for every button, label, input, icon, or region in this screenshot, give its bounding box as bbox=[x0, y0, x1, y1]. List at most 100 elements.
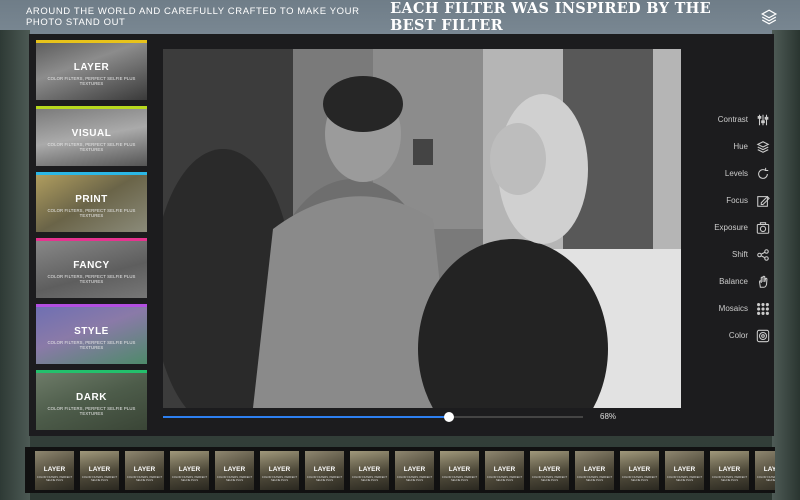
filter-name: STYLE bbox=[74, 326, 109, 337]
sliders-icon bbox=[757, 114, 769, 125]
thumbnail-row: LAYER COLOR FILTERS, PERFECT SELFIE PLUS L… bbox=[25, 447, 775, 490]
filter-thumbnail[interactable]: LAYER COLOR FILTERS, PERFECT SELFIE PLUS bbox=[620, 451, 659, 490]
tool-hue[interactable]: Hue bbox=[690, 133, 770, 160]
filter-color-stripe bbox=[36, 370, 147, 373]
filter-color-stripe bbox=[36, 106, 147, 109]
filter-thumbnail[interactable]: LAYER COLOR FILTERS, PERFECT SELFIE PLUS bbox=[170, 451, 209, 490]
thumbnail-subtitle: COLOR FILTERS, PERFECT SELFIE PLUS bbox=[486, 476, 523, 482]
tool-balance[interactable]: Balance bbox=[690, 268, 770, 295]
thumbnail-subtitle: COLOR FILTERS, PERFECT SELFIE PLUS bbox=[81, 476, 118, 482]
photo-canvas[interactable] bbox=[163, 49, 681, 408]
thumbnail-name: LAYER bbox=[223, 466, 246, 473]
filter-thumbnail[interactable]: LAYER COLOR FILTERS, PERFECT SELFIE PLUS bbox=[305, 451, 344, 490]
filter-name: FANCY bbox=[73, 260, 110, 271]
thumbnail-name: LAYER bbox=[583, 466, 606, 473]
top-bar: AROUND THE WORLD AND CAREFULLY CRAFTED T… bbox=[0, 0, 800, 34]
thumbnail-name: LAYER bbox=[43, 466, 66, 473]
tool-label: Balance bbox=[719, 277, 748, 286]
tool-focus[interactable]: Focus bbox=[690, 187, 770, 214]
filter-color-stripe bbox=[36, 172, 147, 175]
filter-name: LAYER bbox=[73, 62, 110, 73]
thumbnail-subtitle: COLOR FILTERS, PERFECT SELFIE PLUS bbox=[216, 476, 253, 482]
filter-tile-print[interactable]: PRINT COLOR FILTERS, PERFECT SELFIE PLUS … bbox=[36, 172, 147, 232]
filter-color-stripe bbox=[36, 238, 147, 241]
thumbnail-name: LAYER bbox=[763, 466, 775, 473]
thumbnail-subtitle: COLOR FILTERS, PERFECT SELFIE PLUS bbox=[576, 476, 613, 482]
thumbnail-subtitle: COLOR FILTERS, PERFECT SELFIE PLUS bbox=[531, 476, 568, 482]
slider-handle[interactable] bbox=[443, 412, 454, 422]
filter-tile-dark[interactable]: DARK COLOR FILTERS, PERFECT SELFIE PLUS T… bbox=[36, 370, 147, 430]
filter-thumbnail[interactable]: LAYER COLOR FILTERS, PERFECT SELFIE PLUS bbox=[215, 451, 254, 490]
refresh-icon bbox=[758, 167, 769, 179]
tool-label: Exposure bbox=[714, 223, 748, 232]
thumbnail-name: LAYER bbox=[673, 466, 696, 473]
filter-tile-style[interactable]: STYLE COLOR FILTERS, PERFECT SELFIE PLUS … bbox=[36, 304, 147, 364]
stacked-layers-icon[interactable] bbox=[760, 6, 778, 28]
intensity-slider[interactable] bbox=[163, 412, 583, 422]
forest-edge-right bbox=[772, 30, 800, 500]
intensity-value: 68% bbox=[600, 412, 617, 421]
filter-thumbnail[interactable]: LAYER COLOR FILTERS, PERFECT SELFIE PLUS bbox=[395, 451, 434, 490]
tool-label: Shift bbox=[731, 250, 748, 259]
filter-color-stripe bbox=[36, 304, 147, 307]
tool-label: Color bbox=[728, 331, 748, 340]
thumbnail-name: LAYER bbox=[448, 466, 471, 473]
thumbnail-name: LAYER bbox=[628, 466, 651, 473]
layers-icon bbox=[756, 140, 770, 153]
filter-subtitle: COLOR FILTERS, PERFECT SELFIE PLUS TEXTU… bbox=[47, 340, 136, 350]
filter-thumbnail[interactable]: LAYER COLOR FILTERS, PERFECT SELFIE PLUS bbox=[260, 451, 299, 490]
thumbnail-name: LAYER bbox=[358, 466, 381, 473]
headline-group: EACH FILTER WAS INSPIRED BY THE BEST FIL… bbox=[390, 0, 800, 34]
thumbnail-name: LAYER bbox=[178, 466, 201, 473]
tool-shift[interactable]: Shift bbox=[690, 241, 770, 268]
filter-tile-visual[interactable]: VISUAL COLOR FILTERS, PERFECT SELFIE PLUS… bbox=[36, 106, 147, 166]
filter-subtitle: COLOR FILTERS, PERFECT SELFIE PLUS TEXTU… bbox=[47, 274, 136, 284]
filter-thumbnail[interactable]: LAYER COLOR FILTERS, PERFECT SELFIE PLUS bbox=[710, 451, 749, 490]
filter-tile-layer[interactable]: LAYER COLOR FILTERS, PERFECT SELFIE PLUS … bbox=[36, 40, 147, 100]
thumbnail-name: LAYER bbox=[718, 466, 741, 473]
hand-icon bbox=[758, 275, 768, 288]
filter-thumbnail[interactable]: LAYER COLOR FILTERS, PERFECT SELFIE PLUS bbox=[575, 451, 614, 490]
filter-tile-fancy[interactable]: FANCY COLOR FILTERS, PERFECT SELFIE PLUS … bbox=[36, 238, 147, 298]
filter-thumbnail[interactable]: LAYER COLOR FILTERS, PERFECT SELFIE PLUS bbox=[350, 451, 389, 490]
tool-label: Focus bbox=[726, 196, 748, 205]
filter-thumbnail[interactable]: LAYER COLOR FILTERS, PERFECT SELFIE PLUS bbox=[35, 451, 74, 490]
filter-subtitle: COLOR FILTERS, PERFECT SELFIE PLUS TEXTU… bbox=[47, 208, 136, 218]
filter-list: LAYER COLOR FILTERS, PERFECT SELFIE PLUS … bbox=[36, 40, 147, 436]
filter-thumbnail[interactable]: LAYER COLOR FILTERS, PERFECT SELFIE PLUS bbox=[440, 451, 479, 490]
thumbnail-subtitle: COLOR FILTERS, PERFECT SELFIE PLUS bbox=[36, 476, 73, 482]
filter-thumbnail[interactable]: LAYER COLOR FILTERS, PERFECT SELFIE PLUS bbox=[665, 451, 704, 490]
thumbnail-subtitle: COLOR FILTERS, PERFECT SELFIE PLUS bbox=[126, 476, 163, 482]
filter-name: VISUAL bbox=[71, 128, 112, 139]
color-target-icon bbox=[756, 329, 770, 342]
thumbnail-name: LAYER bbox=[538, 466, 561, 473]
thumbnail-name: LAYER bbox=[88, 466, 111, 473]
filter-thumbnail[interactable]: LAYER COLOR FILTERS, PERFECT SELFIE PLUS bbox=[485, 451, 524, 490]
thumbnail-subtitle: COLOR FILTERS, PERFECT SELFIE PLUS bbox=[441, 476, 478, 482]
thumbnail-subtitle: COLOR FILTERS, PERFECT SELFIE PLUS bbox=[351, 476, 388, 482]
tool-color[interactable]: Color bbox=[690, 322, 770, 349]
filter-thumbnail[interactable]: LAYER COLOR FILTERS, PERFECT SELFIE PLUS bbox=[530, 451, 569, 490]
thumbnail-subtitle: COLOR FILTERS, PERFECT SELFIE PLUS bbox=[261, 476, 298, 482]
forest-edge-left bbox=[0, 30, 30, 500]
filter-name: PRINT bbox=[75, 194, 108, 205]
tool-exposure[interactable]: Exposure bbox=[690, 214, 770, 241]
tool-levels[interactable]: Levels bbox=[690, 160, 770, 187]
filter-thumbnail[interactable]: LAYER COLOR FILTERS, PERFECT SELFIE PLUS bbox=[80, 451, 119, 490]
street-photo bbox=[163, 49, 681, 408]
adjustment-tools: Contrast Hue Levels Focus Exposure Shift Balan… bbox=[690, 106, 770, 349]
thumbnail-name: LAYER bbox=[133, 466, 156, 473]
thumbnail-name: LAYER bbox=[403, 466, 426, 473]
filter-thumbnail[interactable]: LAYER COLOR FILTERS, PERFECT SELFIE PLUS bbox=[755, 451, 775, 490]
tool-mosaics[interactable]: Mosaics bbox=[690, 295, 770, 322]
filter-thumbnail[interactable]: LAYER COLOR FILTERS, PERFECT SELFIE PLUS bbox=[125, 451, 164, 490]
tool-label: Hue bbox=[733, 142, 748, 151]
thumbnail-subtitle: COLOR FILTERS, PERFECT SELFIE PLUS bbox=[666, 476, 703, 482]
thumbnail-strip[interactable]: LAYER COLOR FILTERS, PERFECT SELFIE PLUS L… bbox=[25, 447, 775, 493]
headline: EACH FILTER WAS INSPIRED BY THE BEST FIL… bbox=[390, 0, 712, 34]
thumbnail-subtitle: COLOR FILTERS, PERFECT SELFIE PLUS bbox=[756, 476, 775, 482]
filter-name: DARK bbox=[76, 392, 107, 403]
thumbnail-subtitle: COLOR FILTERS, PERFECT SELFIE PLUS bbox=[306, 476, 343, 482]
tool-contrast[interactable]: Contrast bbox=[690, 106, 770, 133]
thumbnail-name: LAYER bbox=[313, 466, 336, 473]
